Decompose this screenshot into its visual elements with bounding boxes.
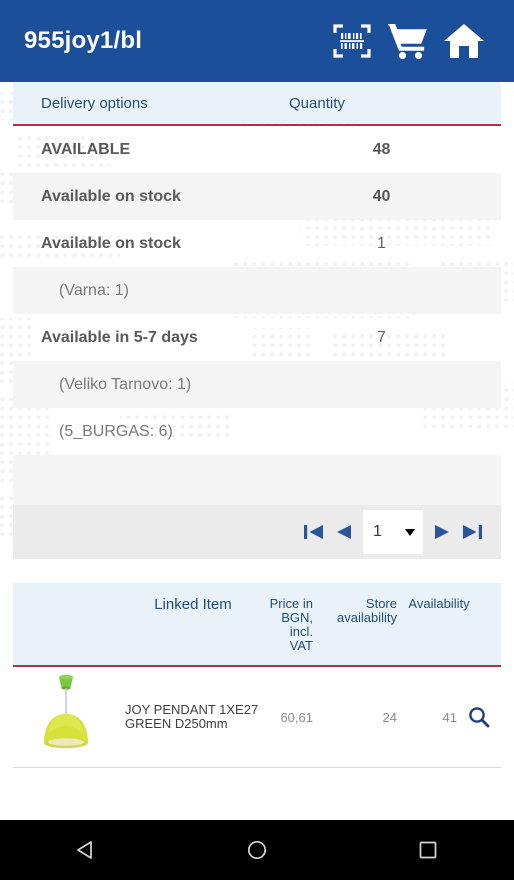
first-page-button[interactable] [299, 515, 329, 549]
product-price: 60,61 [280, 709, 313, 725]
column-header-availability[interactable]: Availability [397, 583, 481, 623]
table-row[interactable]: Available on stock 1 [13, 220, 501, 267]
android-recents-button[interactable] [398, 820, 458, 880]
product-store-availability: 24 [382, 709, 397, 725]
row-label: AVAILABLE [41, 140, 131, 158]
column-header-linked-item[interactable]: Linked Item [119, 583, 267, 625]
column-header-quantity[interactable]: Quantity [289, 82, 474, 124]
row-label: (Varna: 1) [59, 281, 129, 299]
cart-icon[interactable] [380, 13, 436, 69]
product-availability: 41 [442, 709, 457, 725]
row-quantity: 1 [377, 234, 386, 252]
table-row[interactable]: (Varna: 1) [13, 267, 501, 314]
app-header: 955joy1/bl [0, 0, 514, 82]
pagination-bar: 1 [13, 505, 501, 559]
row-label: Available in 5-7 days [41, 328, 198, 346]
android-navigation-bar [0, 820, 514, 880]
linked-items-header-row: Linked Item Price in BGN, incl. VAT Stor… [13, 583, 501, 667]
android-back-button[interactable] [56, 820, 116, 880]
page-number-select[interactable]: 1 [363, 510, 423, 554]
linked-items-table: Linked Item Price in BGN, incl. VAT Stor… [13, 583, 501, 768]
table-row[interactable]: (Veliko Tarnovo: 1) [13, 361, 501, 408]
next-page-button[interactable] [427, 515, 457, 549]
row-label: (5_BURGAS: 6) [59, 422, 173, 440]
row-label: Available on stock [41, 234, 181, 252]
table-row[interactable]: JOY PENDANT 1XE27 GREEN D250mm 60,61 24 … [13, 667, 501, 768]
table-row[interactable]: Available on stock 40 [13, 173, 501, 220]
table-row[interactable]: AVAILABLE 48 [13, 126, 501, 173]
last-page-button[interactable] [457, 515, 487, 549]
page-number-value: 1 [373, 523, 382, 540]
delivery-table-header-row: Delivery options Quantity [13, 82, 501, 126]
table-separator [0, 559, 514, 583]
column-header-action [481, 583, 501, 609]
row-label: (Veliko Tarnovo: 1) [59, 375, 192, 393]
row-quantity: 48 [372, 140, 391, 158]
home-icon[interactable] [436, 13, 492, 69]
delivery-options-table: Delivery options Quantity AVAILABLE 48 A… [13, 82, 501, 559]
content-scroll-area[interactable]: Delivery options Quantity AVAILABLE 48 A… [0, 82, 514, 820]
product-thumbnail[interactable] [13, 673, 119, 761]
column-header-store-availability[interactable]: Store availability [313, 583, 397, 637]
page-title: 955joy1/bl [24, 27, 143, 54]
previous-page-button[interactable] [329, 515, 359, 549]
table-row[interactable]: (5_BURGAS: 6) [13, 408, 501, 455]
search-icon[interactable] [457, 705, 501, 729]
product-name: JOY PENDANT 1XE27 GREEN D250mm [125, 701, 259, 731]
row-quantity: 40 [372, 187, 391, 205]
column-header-price[interactable]: Price in BGN, incl. VAT [267, 583, 313, 665]
column-header-image [13, 583, 119, 609]
row-quantity: 7 [377, 328, 386, 346]
table-row [13, 455, 501, 505]
column-header-delivery-options[interactable]: Delivery options [13, 82, 289, 124]
barcode-scan-icon[interactable] [324, 13, 380, 69]
row-label: Available on stock [41, 187, 181, 205]
android-home-button[interactable] [227, 820, 287, 880]
table-row[interactable]: Available in 5-7 days 7 [13, 314, 501, 361]
chevron-down-icon [405, 528, 415, 536]
